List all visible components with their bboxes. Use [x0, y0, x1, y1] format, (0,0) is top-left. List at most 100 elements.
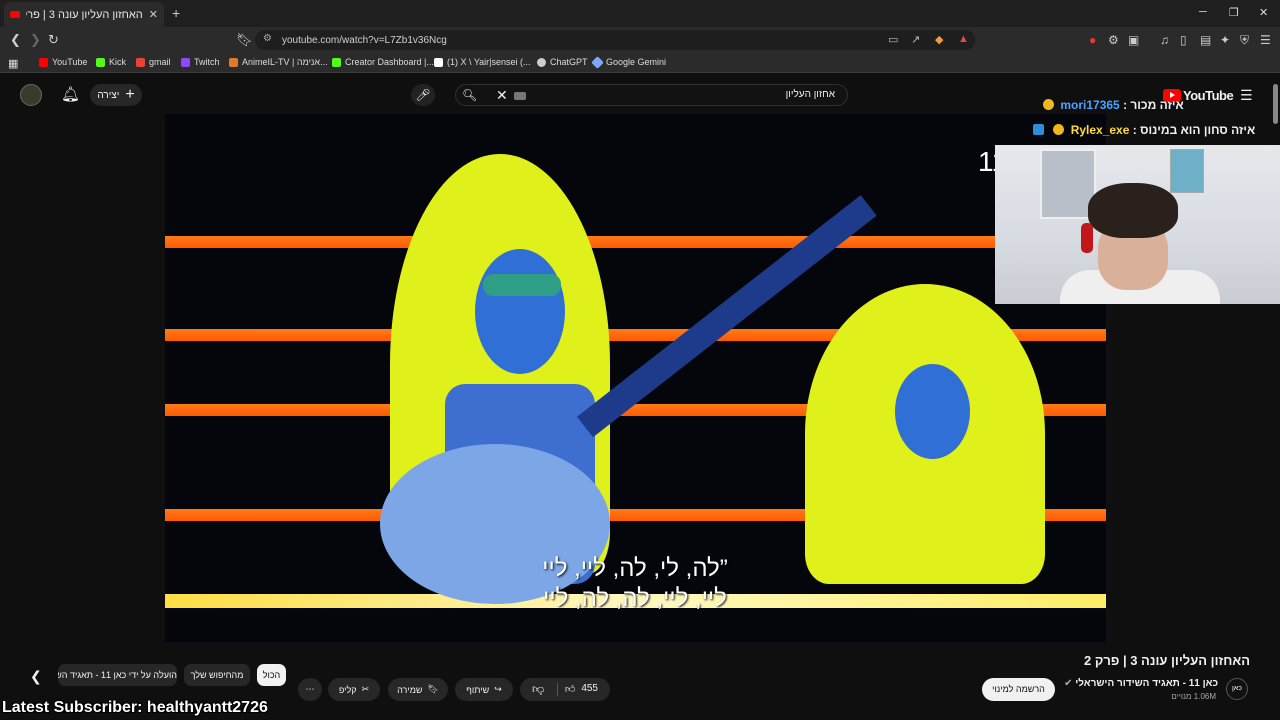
clip-button[interactable]: ✂ קליפ — [328, 678, 380, 701]
video-subtitle: ”לה, לי, לה, ליי, ליי ליי, ליי, לה, לה, … — [542, 555, 728, 612]
chat-message: איזה סחון הוא במינוס : Rylex_exe — [1030, 123, 1255, 137]
chip-uploaded-by[interactable]: הועלה על ידי כאן 11 - תאגיד השידור — [58, 664, 177, 686]
voice-search-mic-icon[interactable]: 🎤︎ — [411, 84, 435, 106]
bookmark-kick[interactable]: Kick — [96, 57, 126, 67]
record-extension-icon[interactable]: ● — [1089, 33, 1096, 47]
thumbs-up-icon: 👍︎ — [564, 684, 576, 695]
reload-icon[interactable]: ↻ — [48, 32, 59, 48]
brave-rewards-icon[interactable]: ▲ — [958, 33, 969, 45]
bookmark-animeil[interactable]: AnimeIL-TV | אנימה... — [229, 57, 328, 67]
subscribe-button[interactable]: הרשמה למינוי — [982, 678, 1055, 701]
close-window-icon[interactable]: ✕ — [1259, 6, 1268, 19]
stage-light-stripe — [165, 236, 1106, 248]
maximize-icon[interactable]: ❐ — [1229, 6, 1239, 19]
save-icon: 🔖︎ — [427, 684, 439, 694]
hamburger-menu-icon[interactable]: ☰ — [1240, 87, 1253, 104]
url-field[interactable]: ⚙ youtube.com/watch?v=L7Zb1v36Ncg ▭ ↗ ◆ … — [255, 30, 975, 50]
scrollbar[interactable] — [1273, 84, 1278, 124]
notifications-bell-icon[interactable]: 🔔︎ — [61, 85, 80, 103]
search-icon[interactable]: 🔍︎ — [462, 88, 477, 102]
avatar[interactable] — [20, 84, 42, 106]
kick-icon — [332, 57, 341, 67]
apps-grid-icon[interactable]: ▦ — [8, 57, 18, 70]
headset — [1081, 223, 1093, 253]
verified-icon: ✔ — [1064, 678, 1073, 689]
x-icon — [434, 57, 443, 67]
brave-shield-icon[interactable]: ◆ — [935, 33, 943, 46]
bookmark-icon[interactable]: 🔖︎ — [236, 32, 253, 48]
bookmark-creator-dashboard[interactable]: Creator Dashboard |... — [332, 57, 434, 67]
more-actions-icon[interactable]: ⋯ — [298, 678, 322, 701]
scissors-icon: ✂ — [361, 684, 370, 694]
media-icon[interactable]: ♫ — [1160, 33, 1169, 47]
chat-badge-icon — [1043, 99, 1054, 110]
chat-badge-icon — [1053, 124, 1065, 135]
screen-cast-icon[interactable]: ▭ — [888, 33, 898, 46]
search-query: אחזון העליון — [785, 89, 835, 100]
extensions-puzzle-icon[interactable]: ⚙ — [1108, 33, 1119, 47]
webcam-overlay — [995, 145, 1280, 304]
performer-face-right — [895, 364, 970, 459]
like-button[interactable]: 👍︎ 455 — [565, 683, 598, 695]
chat-badge-icon — [1033, 124, 1044, 135]
browser-tab[interactable]: האחזון העליון עונה 3 | פרק 2 - YouTube ✕ — [4, 2, 164, 27]
dislike-button[interactable]: 👎︎ — [532, 682, 544, 697]
clear-search-icon[interactable]: ✕ — [496, 87, 508, 104]
save-button[interactable]: 🔖︎ שמירה — [388, 678, 448, 701]
close-tab-icon[interactable]: ✕ — [149, 8, 158, 21]
back-icon[interactable]: ❮ — [10, 32, 21, 48]
channel-name[interactable]: כאן 11 - תאגיד השידור הישראלי ✔ — [1064, 678, 1218, 689]
chatgpt-icon — [537, 57, 546, 67]
screenshot-icon[interactable]: ▣ — [1128, 33, 1139, 47]
chevron-left-icon[interactable]: ❮ — [30, 668, 42, 685]
youtube-icon — [39, 57, 48, 67]
bookmark-gmail[interactable]: gmail — [136, 57, 171, 67]
divider — [557, 683, 558, 696]
bookmarks-bar: ▦ YouTube Kick gmail Twitch AnimeIL-TV |… — [0, 53, 1280, 73]
subscriber-count: 1.06M מנויים — [1171, 692, 1216, 701]
create-button[interactable]: יצירה + — [90, 84, 142, 106]
webcam-poster — [1170, 149, 1204, 193]
like-count: 455 — [581, 683, 598, 694]
forward-icon[interactable]: ❯ — [30, 32, 41, 48]
share-page-icon[interactable]: ↗ — [911, 33, 920, 46]
browser-menu-icon[interactable]: ☰ — [1260, 33, 1271, 47]
webcam-hair — [1088, 183, 1178, 238]
sidebar-icon[interactable]: ▯ — [1180, 33, 1187, 47]
performer-face-left — [475, 249, 565, 374]
address-toolbar: ❮ ❯ ↻ 🔖︎ ⚙ youtube.com/watch?v=L7Zb1v36N… — [0, 27, 1280, 53]
latest-subscriber-overlay: Latest Subscriber: healthyantt2726 — [2, 699, 268, 716]
keyboard-icon[interactable] — [514, 92, 526, 100]
vpn-shield-icon[interactable]: ⛨ — [1240, 33, 1249, 48]
share-icon: ↪ — [494, 684, 502, 694]
sunglasses — [483, 274, 561, 296]
url-text: youtube.com/watch?v=L7Zb1v36Ncg — [282, 34, 447, 46]
video-player[interactable]: ”לה, לי, לה, ליי, ליי ליי, ליי, לה, לה, … — [165, 114, 1106, 642]
gemini-icon — [591, 55, 604, 69]
chat-message: איזה מכור : mori17365 — [1040, 98, 1184, 112]
gmail-icon — [136, 57, 145, 67]
chip-all[interactable]: הכול — [257, 664, 286, 686]
wallet-icon[interactable]: ▤ — [1200, 33, 1211, 47]
animeil-icon — [229, 57, 238, 67]
channel-avatar[interactable]: כאן — [1226, 678, 1248, 700]
plus-icon: + — [125, 86, 135, 103]
youtube-favicon-icon — [10, 11, 20, 18]
video-title: האחזון העליון עונה 3 | פרק 2 — [1084, 653, 1250, 668]
share-button[interactable]: ↪ שיתוף — [455, 678, 513, 701]
like-dislike-segment: 👍︎ 455 👎︎ — [520, 678, 610, 701]
bookmark-twitch[interactable]: Twitch — [181, 57, 220, 67]
site-info-icon[interactable]: ⚙ — [263, 33, 272, 44]
kick-icon — [96, 57, 105, 67]
new-tab-icon[interactable]: + — [172, 5, 180, 21]
chip-from-search[interactable]: מהחיפוש שלך — [184, 664, 250, 686]
bookmark-youtube[interactable]: YouTube — [39, 57, 87, 67]
search-input[interactable]: 🔍︎ ✕ אחזון העליון — [455, 84, 848, 106]
bookmark-x[interactable]: (1) X \ Yair|sensei (... — [434, 57, 531, 67]
tab-title: האחזון העליון עונה 3 | פרק 2 - YouTube — [26, 8, 143, 21]
bookmark-chatgpt[interactable]: ChatGPT — [537, 57, 588, 67]
ai-sparkle-icon[interactable]: ✦ — [1220, 33, 1230, 47]
minimize-icon[interactable]: ─ — [1199, 6, 1207, 18]
twitch-icon — [181, 57, 190, 67]
bookmark-gemini[interactable]: Google Gemini — [591, 55, 666, 69]
